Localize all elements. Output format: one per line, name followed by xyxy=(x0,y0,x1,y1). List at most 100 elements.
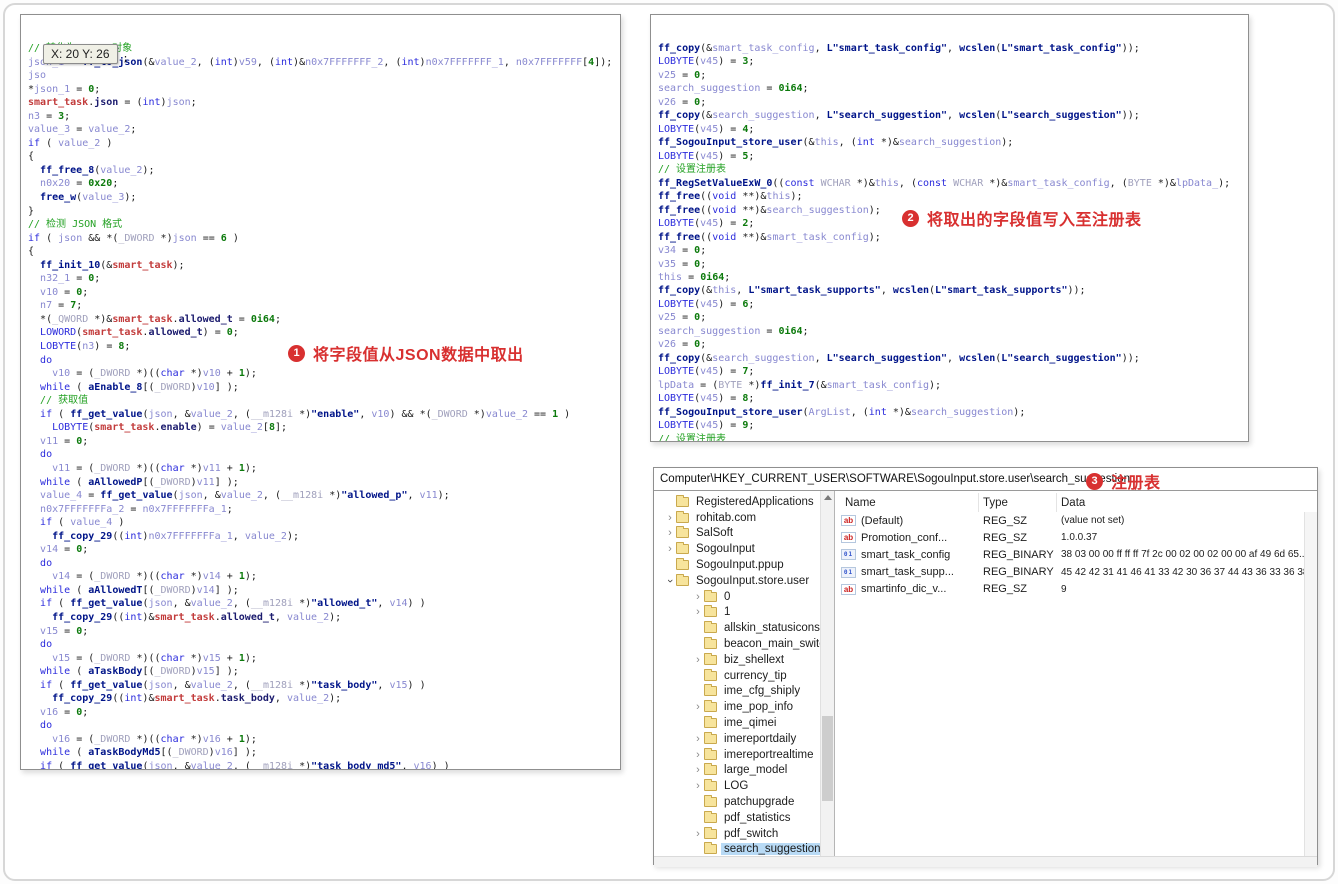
tree-item-patchupgrade[interactable]: patchupgrade xyxy=(654,794,820,810)
value-name: smart_task_config xyxy=(861,548,951,561)
code-line: do xyxy=(40,449,53,461)
code-line: n32_1 = 0; xyxy=(40,273,101,285)
tree-item-LOG[interactable]: › LOG xyxy=(654,778,820,794)
tree-item-search_suggestion[interactable]: search_suggestion xyxy=(654,842,820,856)
tree-item-label: RegisteredApplications xyxy=(696,495,814,508)
registry-value-row[interactable]: 01 smart_task_config REG_BINARY 38 03 00 00… xyxy=(835,546,1317,563)
registry-address-bar[interactable]: Computer\HKEY_CURRENT_USER\SOFTWARE\Sogo… xyxy=(654,468,1317,491)
tree-item-SogouInput.store.user[interactable]: › SogouInput.store.user xyxy=(654,573,820,589)
tree-item-allskin_statusiconstatis[interactable]: allskin_statusiconstatis xyxy=(654,620,820,636)
chevron-right-icon[interactable]: › xyxy=(664,512,676,523)
chevron-down-icon[interactable]: › xyxy=(664,575,676,587)
code-line: if ( ff_get_value(json, &value_2, (__m12… xyxy=(40,408,571,420)
tree-item-SalSoft[interactable]: › SalSoft xyxy=(654,526,820,542)
scrollbar-thumb[interactable] xyxy=(822,716,833,801)
registry-value-row[interactable]: ab Promotion_conf... REG_SZ 1.0.0.37 xyxy=(835,529,1317,546)
column-header-name[interactable]: Name xyxy=(835,493,979,512)
number-badge-icon: 3 xyxy=(1086,472,1103,490)
screenshot-stage: // 转化为 JSON 对象json_1 = ff_to_json(&value… xyxy=(0,0,1338,884)
chevron-right-icon[interactable]: › xyxy=(692,828,704,839)
value-type: REG_SZ xyxy=(983,514,1028,527)
tree-item-SogouInput.ppup[interactable]: SogouInput.ppup xyxy=(654,557,820,573)
code-line: lpData = (BYTE *)ff_init_7(&smart_task_c… xyxy=(658,379,942,391)
annotation-text: 注册表 xyxy=(1111,475,1161,492)
column-header-data[interactable]: Data xyxy=(1057,493,1317,512)
code-line: if ( ff_get_value(json, &value_2, (__m12… xyxy=(40,598,426,610)
tree-item-pdf_switch[interactable]: › pdf_switch xyxy=(654,826,820,842)
tree-scrollbar[interactable] xyxy=(820,491,834,856)
tree-item-label: SogouInput.store.user xyxy=(696,574,810,587)
scroll-up-icon[interactable] xyxy=(824,495,832,500)
code-line: while ( aTaskBody[(_DWORD)v15] ); xyxy=(40,666,239,678)
folder-icon xyxy=(704,716,717,729)
value-data: 1.0.0.37 xyxy=(1061,532,1098,544)
code-line: ff_copy_29((int)&smart_task.task_body, v… xyxy=(52,693,342,705)
code-line: ff_free_8(value_2); xyxy=(40,164,155,176)
tree-item-ime_pop_info[interactable]: › ime_pop_info xyxy=(654,699,820,715)
tree-item-imereportrealtime[interactable]: › imereportrealtime xyxy=(654,747,820,763)
code-line: ff_SogouInput_store_user(ArgList, (int *… xyxy=(658,406,1026,418)
code-line: ff_free((void **)&smart_task_config); xyxy=(658,231,881,243)
chevron-right-icon[interactable]: › xyxy=(692,781,704,792)
folder-icon xyxy=(676,526,689,539)
code-line: ff_copy_29((int)n0x7FFFFFFFa_1, value_2)… xyxy=(52,530,300,542)
tree-item-rohitab.com[interactable]: › rohitab.com xyxy=(654,510,820,526)
chevron-right-icon[interactable]: › xyxy=(664,544,676,555)
chevron-right-icon[interactable]: › xyxy=(692,749,704,760)
tree-item-SogouInput[interactable]: › SogouInput xyxy=(654,541,820,557)
chevron-right-icon[interactable]: › xyxy=(692,765,704,776)
code-lines-left: // 转化为 JSON 对象json_1 = ff_to_json(&value… xyxy=(28,42,620,770)
tree-item-label: SalSoft xyxy=(696,527,734,540)
code-lines-right: ff_copy(&smart_task_config, L"smart_task… xyxy=(658,42,1248,442)
code-line: if ( ff_get_value(json, &value_2, (__m12… xyxy=(40,679,426,691)
tree-item-label: currency_tip xyxy=(724,669,787,682)
folder-icon xyxy=(704,795,717,808)
tree-item-0[interactable]: › 0 xyxy=(654,589,820,605)
list-scrollbar[interactable] xyxy=(1304,512,1317,856)
tree-item-currency_tip[interactable]: currency_tip xyxy=(654,668,820,684)
code-line: v14 = 0; xyxy=(40,544,89,556)
code-fragment: ; xyxy=(122,53,129,64)
values-rows: ab (Default) REG_SZ (value not set) ab Promot… xyxy=(835,512,1317,598)
chevron-right-icon[interactable]: › xyxy=(692,607,704,618)
chevron-right-icon[interactable]: › xyxy=(692,654,704,665)
code-line: if ( ff_get_value(json, &value_2, (__m12… xyxy=(40,760,450,770)
tree-item-label: allskin_statusiconstatis xyxy=(724,622,820,635)
tree-item-ime_cfg_shiply[interactable]: ime_cfg_shiply xyxy=(654,684,820,700)
code-line: ff_free((void **)&this); xyxy=(658,191,803,203)
tree-item-label: imereportdaily xyxy=(724,732,797,745)
horizontal-scrollbar[interactable] xyxy=(654,856,1317,867)
folder-icon xyxy=(704,842,717,855)
code-line: v14 = (_DWORD *)((char *)v14 + 1); xyxy=(52,571,257,583)
tree-item-large_model[interactable]: › large_model xyxy=(654,763,820,779)
code-line: jso xyxy=(28,70,47,82)
code-line: // 设置注册表 xyxy=(658,433,727,442)
column-header-type[interactable]: Type xyxy=(979,493,1057,512)
folder-icon xyxy=(704,684,717,697)
tree-item-label: biz_shellext xyxy=(724,653,785,666)
tree-item-imereportdaily[interactable]: › imereportdaily xyxy=(654,731,820,747)
number-badge-icon: 1 xyxy=(288,344,305,362)
registry-value-row[interactable]: 01 smart_task_supp... REG_BINARY 45 42 42 3… xyxy=(835,564,1317,581)
tree-item-1[interactable]: › 1 xyxy=(654,605,820,621)
code-line: do xyxy=(40,557,53,569)
tree-item-label: 0 xyxy=(724,590,731,603)
tree-item-ime_qimei[interactable]: ime_qimei xyxy=(654,715,820,731)
code-line: *json_1 = 0; xyxy=(28,83,101,95)
chevron-right-icon[interactable]: › xyxy=(692,733,704,744)
value-data: (value not set) xyxy=(1061,515,1125,527)
tree-item-biz_shellext[interactable]: › biz_shellext xyxy=(654,652,820,668)
registry-value-row[interactable]: ab smartinfo_dic_v... REG_SZ 9 xyxy=(835,581,1317,598)
chevron-right-icon[interactable]: › xyxy=(692,591,704,602)
chevron-right-icon[interactable]: › xyxy=(664,528,676,539)
tree-item-RegisteredApplications[interactable]: RegisteredApplications xyxy=(654,494,820,510)
code-line: while ( aTaskBodyMd5[(_DWORD)v16] ); xyxy=(40,747,257,759)
code-line: free_w(value_3); xyxy=(40,192,137,204)
tree-item-beacon_main_switch[interactable]: beacon_main_switch xyxy=(654,636,820,652)
folder-icon xyxy=(704,763,717,776)
registry-value-row[interactable]: ab (Default) REG_SZ (value not set) xyxy=(835,512,1317,529)
folder-icon xyxy=(704,747,717,760)
chevron-right-icon[interactable]: › xyxy=(692,702,704,713)
tree-item-pdf_statistics[interactable]: pdf_statistics xyxy=(654,810,820,826)
code-line: v26 = 0; xyxy=(658,96,707,108)
